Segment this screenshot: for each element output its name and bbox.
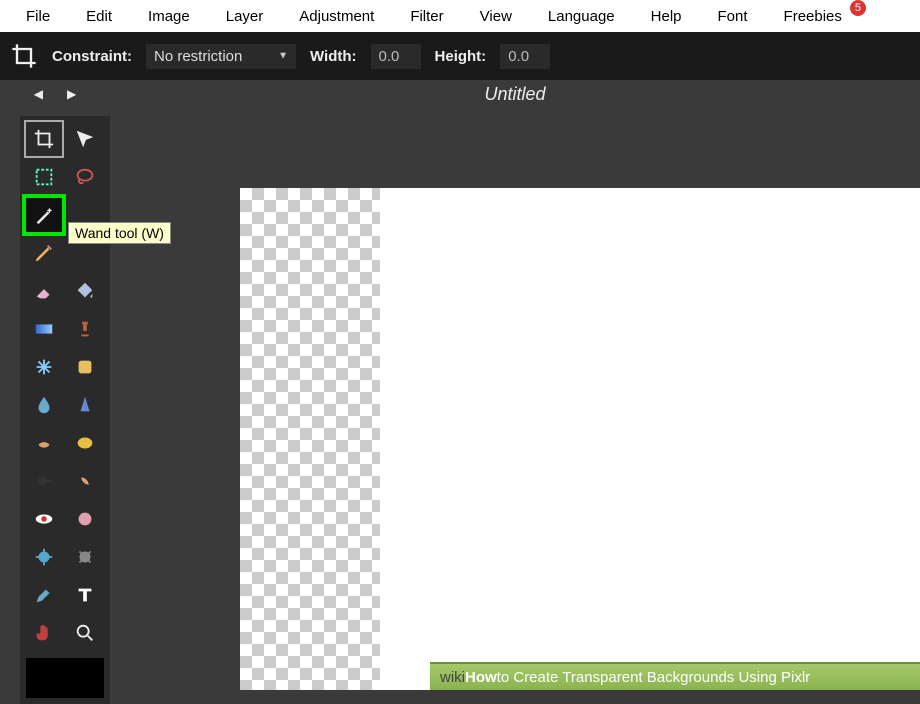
- menu-edit[interactable]: Edit: [68, 2, 130, 31]
- wikihow-title: to Create Transparent Backgrounds Using …: [497, 669, 810, 686]
- patch-tool[interactable]: [67, 350, 103, 384]
- heal-tool[interactable]: [26, 350, 62, 384]
- pinch-tool[interactable]: [67, 540, 103, 574]
- gradient-tool[interactable]: [26, 312, 62, 346]
- constraint-select[interactable]: No restriction: [146, 44, 296, 69]
- marquee-tool[interactable]: [26, 160, 62, 194]
- canvas[interactable]: [240, 188, 920, 690]
- width-label: Width:: [310, 48, 357, 65]
- stamp-tool[interactable]: [67, 312, 103, 346]
- toolbox: Wand tool (W): [20, 116, 110, 704]
- constraint-label: Constraint:: [52, 48, 132, 65]
- move-tool[interactable]: [67, 122, 103, 156]
- workspace: ◀ ▶ Untitled Wand tool (W) wikiHow to Cr…: [0, 80, 920, 690]
- transparent-region: [240, 188, 380, 690]
- type-tool[interactable]: [67, 578, 103, 612]
- crop-tool[interactable]: [26, 122, 62, 156]
- wand-tool[interactable]: [26, 198, 62, 232]
- tab-next-icon[interactable]: ▶: [67, 87, 76, 101]
- canvas-area: [120, 108, 920, 690]
- menu-file[interactable]: File: [8, 2, 68, 31]
- eraser-tool[interactable]: [26, 274, 62, 308]
- wikihow-how: How: [465, 669, 497, 686]
- menu-view[interactable]: View: [462, 2, 530, 31]
- options-bar: Constraint: No restriction Width: 0.0 He…: [0, 32, 920, 80]
- height-input[interactable]: 0.0: [500, 44, 550, 69]
- menu-filter[interactable]: Filter: [392, 2, 461, 31]
- crop-icon: [10, 42, 38, 70]
- color-swatch[interactable]: [26, 658, 104, 698]
- wikihow-caption: wikiHow to Create Transparent Background…: [430, 662, 920, 690]
- burn-tool[interactable]: [67, 464, 103, 498]
- menu-freebies[interactable]: Freebies 5: [766, 2, 860, 31]
- eyedropper-tool[interactable]: [26, 578, 62, 612]
- height-label: Height:: [435, 48, 487, 65]
- menu-font[interactable]: Font: [700, 2, 766, 31]
- hand-tool[interactable]: [26, 616, 62, 650]
- freebies-badge: 5: [850, 0, 866, 16]
- menu-layer[interactable]: Layer: [208, 2, 282, 31]
- document-title: Untitled: [110, 84, 920, 105]
- bloat-tool[interactable]: [26, 540, 62, 574]
- dodge-tool[interactable]: [26, 464, 62, 498]
- bucket-tool[interactable]: [67, 274, 103, 308]
- sponge-tool[interactable]: [67, 426, 103, 460]
- blur-tool[interactable]: [26, 388, 62, 422]
- menu-image[interactable]: Image: [130, 2, 208, 31]
- smudge-tool[interactable]: [26, 426, 62, 460]
- wand-tooltip: Wand tool (W): [68, 222, 171, 244]
- wikihow-wiki: wiki: [440, 669, 465, 686]
- spot-tool[interactable]: [67, 502, 103, 536]
- redeye-tool[interactable]: [26, 502, 62, 536]
- sharpen-tool[interactable]: [67, 388, 103, 422]
- menu-language[interactable]: Language: [530, 2, 633, 31]
- menu-adjustment[interactable]: Adjustment: [281, 2, 392, 31]
- menu-help[interactable]: Help: [633, 2, 700, 31]
- pencil-tool[interactable]: [26, 236, 62, 270]
- menu-bar: File Edit Image Layer Adjustment Filter …: [0, 0, 920, 32]
- width-input[interactable]: 0.0: [371, 44, 421, 69]
- tab-prev-icon[interactable]: ◀: [34, 87, 43, 101]
- lasso-tool[interactable]: [67, 160, 103, 194]
- zoom-tool[interactable]: [67, 616, 103, 650]
- tab-bar: ◀ ▶ Untitled: [0, 80, 920, 108]
